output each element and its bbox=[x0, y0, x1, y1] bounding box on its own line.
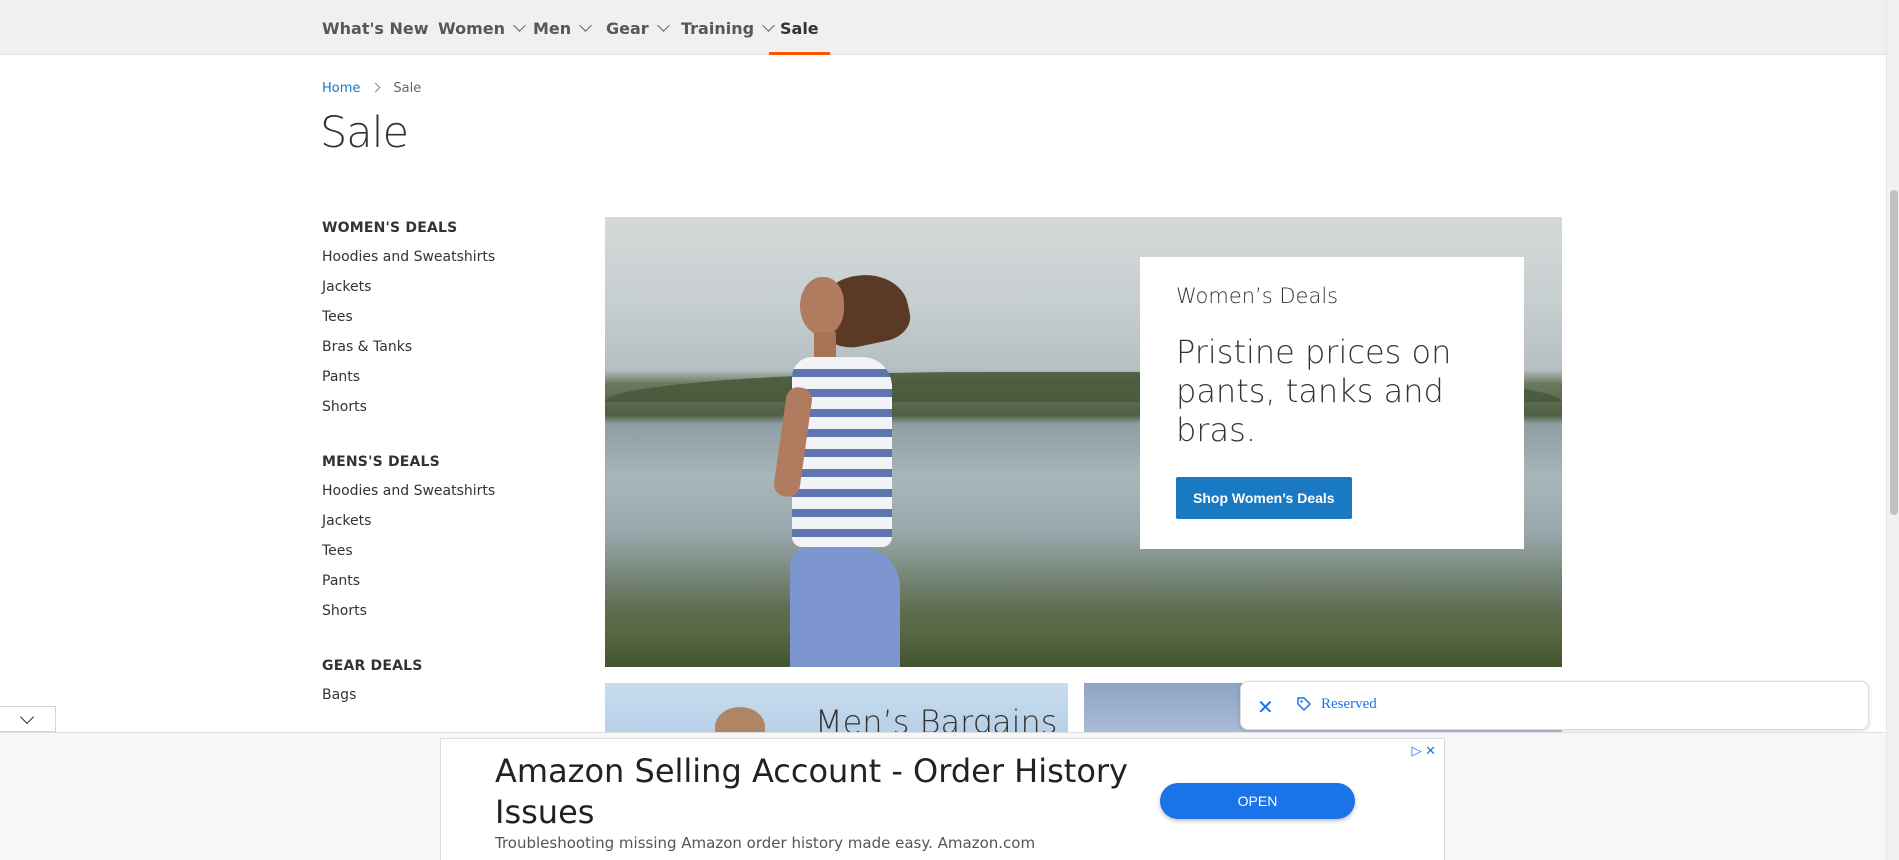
ad-banner[interactable]: Amazon Selling Account - Order History I… bbox=[440, 738, 1445, 860]
sidebar-link[interactable]: Jackets bbox=[322, 272, 572, 302]
adchoices-icon[interactable]: ▷ ✕ bbox=[1411, 743, 1436, 759]
sidebar-link[interactable]: Shorts bbox=[322, 392, 572, 422]
hero-grass bbox=[605, 597, 1562, 667]
nav-label: Women bbox=[438, 19, 505, 38]
ad-open-button[interactable]: OPEN bbox=[1160, 783, 1355, 819]
mens-bargains-title: Men’s Bargains bbox=[815, 703, 1058, 733]
nav-item-women[interactable]: Women bbox=[438, 0, 526, 55]
runner-legs bbox=[790, 547, 900, 667]
nav-item-whats-new[interactable]: What's New bbox=[322, 0, 429, 55]
sidebar-link[interactable]: Bags bbox=[322, 680, 572, 710]
sidebar-group-gear-deals: GEAR DEALS Bags bbox=[322, 656, 572, 710]
runner-head bbox=[800, 277, 844, 335]
chevron-down-icon bbox=[579, 19, 593, 32]
ad-bar: Amazon Selling Account - Order History I… bbox=[0, 732, 1886, 860]
mens-bargains-tile[interactable]: Men’s Bargains bbox=[605, 683, 1068, 733]
sidebar-group-mens-deals: MENS'S DEALS Hoodies and Sweatshirts Jac… bbox=[322, 452, 572, 626]
sidebar-link[interactable]: Hoodies and Sweatshirts bbox=[322, 242, 572, 272]
shop-womens-deals-button[interactable]: Shop Women’s Deals bbox=[1176, 477, 1352, 519]
chevron-down-icon bbox=[513, 19, 526, 32]
sidebar-heading: GEAR DEALS bbox=[322, 658, 423, 674]
nav-item-gear[interactable]: Gear bbox=[606, 0, 670, 55]
chevron-down-icon bbox=[19, 709, 35, 725]
hero-banner[interactable]: Women’s Deals Pristine prices on pants, … bbox=[605, 217, 1562, 667]
nav-label: Men bbox=[533, 19, 572, 38]
nav-label: Sale bbox=[780, 19, 819, 38]
page: What's New Women Men Gear Training Sale … bbox=[0, 0, 1899, 860]
sidebar-link[interactable]: Shorts bbox=[322, 596, 572, 626]
sidebar-deals: WOMEN'S DEALS Hoodies and Sweatshirts Ja… bbox=[322, 218, 572, 740]
page-title: Sale bbox=[320, 108, 409, 158]
breadcrumb-home-link[interactable]: Home bbox=[322, 81, 360, 96]
nav-label: Gear bbox=[606, 19, 649, 38]
sidebar-link[interactable]: Bras & Tanks bbox=[322, 332, 572, 362]
chevron-down-icon bbox=[656, 19, 670, 32]
nav-item-training[interactable]: Training bbox=[681, 0, 775, 55]
scrollbar[interactable] bbox=[1886, 0, 1899, 860]
nav-label: What's New bbox=[322, 19, 429, 38]
nav-item-men[interactable]: Men bbox=[533, 0, 593, 55]
nav-label: Training bbox=[681, 19, 755, 38]
reserved-label[interactable]: Reserved bbox=[1321, 696, 1377, 713]
sidebar-link[interactable]: Tees bbox=[322, 536, 572, 566]
hero-runner-image bbox=[770, 266, 915, 667]
sidebar-link[interactable]: Pants bbox=[322, 566, 572, 596]
ad-title[interactable]: Amazon Selling Account - Order History I… bbox=[495, 751, 1135, 833]
reserved-banner: ✕ Reserved bbox=[1240, 681, 1869, 730]
sidebar-link[interactable]: Tees bbox=[322, 302, 572, 332]
ad-description: Troubleshooting missing Amazon order his… bbox=[495, 834, 1036, 852]
scrollbar-thumb[interactable] bbox=[1890, 190, 1898, 515]
breadcrumb: Home Sale bbox=[322, 81, 421, 96]
runner-striped-tank bbox=[792, 357, 892, 547]
top-navigation: What's New Women Men Gear Training Sale bbox=[0, 0, 1886, 55]
collapse-toggle[interactable] bbox=[0, 706, 56, 732]
tile-figure-image bbox=[715, 707, 765, 733]
tag-icon bbox=[1297, 697, 1312, 712]
promo-card: Women’s Deals Pristine prices on pants, … bbox=[1140, 257, 1524, 549]
sidebar-link[interactable]: Pants bbox=[322, 362, 572, 392]
sidebar-link[interactable]: Jackets bbox=[322, 506, 572, 536]
promo-eyebrow: Women’s Deals bbox=[1176, 284, 1339, 308]
chevron-right-icon bbox=[370, 82, 381, 93]
nav-item-sale[interactable]: Sale bbox=[769, 0, 830, 55]
sidebar-heading: WOMEN'S DEALS bbox=[322, 220, 458, 236]
sidebar-group-womens-deals: WOMEN'S DEALS Hoodies and Sweatshirts Ja… bbox=[322, 218, 572, 422]
promo-headline: Pristine prices on pants, tanks and bras… bbox=[1176, 333, 1452, 449]
close-icon[interactable]: ✕ bbox=[1257, 695, 1274, 720]
sidebar-link[interactable]: Hoodies and Sweatshirts bbox=[322, 476, 572, 506]
sidebar-heading: MENS'S DEALS bbox=[322, 454, 440, 470]
breadcrumb-current: Sale bbox=[393, 81, 422, 96]
